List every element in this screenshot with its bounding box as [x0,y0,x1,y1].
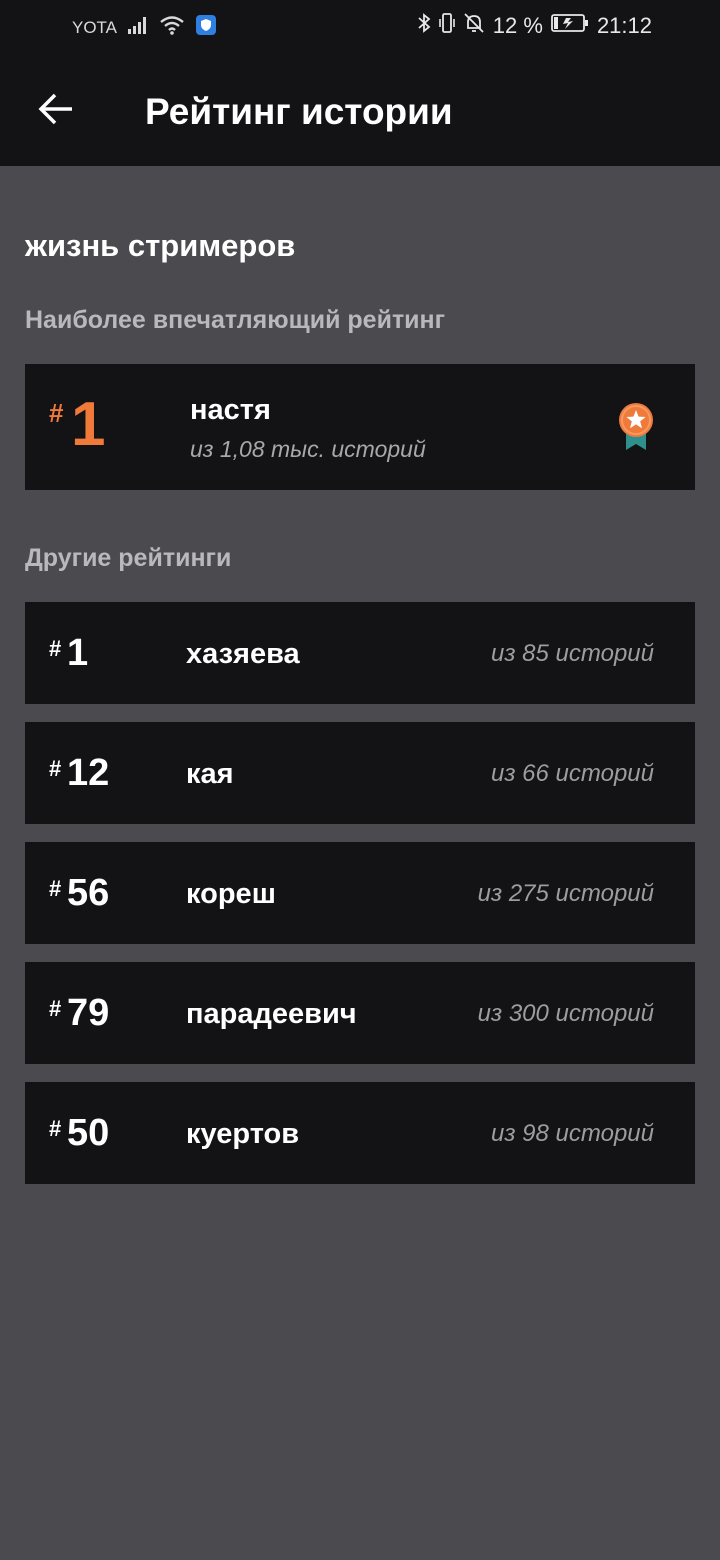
battery-percent: 12 % [492,13,543,38]
battery-icon [551,13,589,39]
list-item[interactable]: # 50 куертов из 98 историй [25,1082,695,1184]
list-item[interactable]: # 56 кореш из 275 историй [25,842,695,944]
status-bar: YOTA 12 % 21:12 [0,0,720,56]
featured-story-count: из 1,08 тыс. историй [190,436,426,462]
character-name: куертов [186,1118,300,1150]
medal-icon [613,402,659,452]
featured-rank: 1 [71,390,106,459]
back-button[interactable] [30,88,82,134]
story-count: из 98 историй [491,1120,654,1147]
clock: 21:12 [596,13,652,38]
rank-number: 1 [67,632,89,674]
list-item[interactable]: # 12 кая из 66 историй [25,722,695,824]
wifi-icon [159,15,185,40]
page-title: Рейтинг истории [145,91,453,132]
rank-hash: # [49,636,62,661]
status-bar-right: 12 % 21:12 [417,12,652,40]
featured-character-name: настя [190,394,271,426]
character-name: хазяева [186,638,300,670]
rank-number: 50 [67,1112,110,1154]
character-name: кореш [186,878,276,910]
featured-rating-card[interactable]: # 1 настя из 1,08 тыс. историй [25,364,695,490]
list-item[interactable]: # 79 парадеевич из 300 историй [25,962,695,1064]
bluetooth-icon [417,12,431,40]
rank-hash: # [49,1116,62,1141]
story-count: из 300 историй [477,1000,654,1027]
story-count: из 85 историй [491,640,654,667]
vibrate-icon [438,12,455,40]
rank-number: 12 [67,752,110,794]
rank-hash: # [49,756,62,781]
character-name: кая [186,758,234,790]
arrow-left-icon [38,93,74,130]
rank-hash: # [49,876,62,901]
signal-icon [127,16,149,39]
mute-bell-icon [463,12,485,40]
story-count: из 66 историй [491,760,654,787]
list-item[interactable]: # 1 хазяева из 85 историй [25,602,695,704]
carrier-label: YOTA [72,17,118,37]
character-name: парадеевич [186,998,357,1030]
other-section-title: Другие рейтинги [25,544,232,572]
app-bar: Рейтинг истории [0,56,720,166]
status-bar-left: YOTA [72,14,217,41]
rank-number: 56 [67,872,110,914]
rank-number: 79 [67,992,110,1034]
featured-section-title: Наиболее впечатляющий рейтинг [25,306,446,334]
story-count: из 275 историй [477,880,654,907]
rank-hash: # [49,398,64,428]
shield-icon [195,14,217,41]
rank-hash: # [49,996,62,1021]
story-title: жизнь стримеров [25,228,296,263]
